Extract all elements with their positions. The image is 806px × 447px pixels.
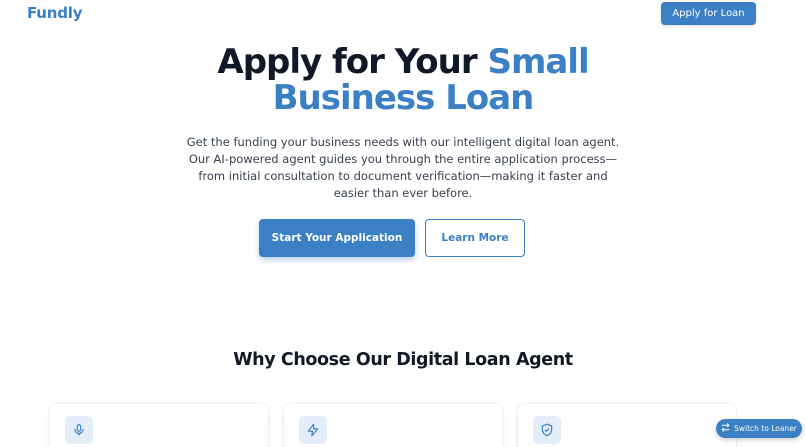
landing-page: Fundly Apply for Loan Apply for Your Sma… bbox=[0, 0, 806, 447]
site-header: Fundly Apply for Loan bbox=[0, 0, 806, 28]
lightning-icon bbox=[299, 416, 327, 444]
hero-title-accent: Small bbox=[487, 42, 589, 82]
hero-title-line2: Business Loan bbox=[272, 78, 535, 118]
hero-title: Apply for Your Small Business Loan bbox=[0, 44, 806, 116]
features-section-title: Why Choose Our Digital Loan Agent bbox=[233, 350, 573, 370]
switch-to-loaner-button[interactable]: Switch to Loaner bbox=[716, 419, 802, 438]
microphone-icon bbox=[65, 416, 93, 444]
switch-label: Switch to Loaner bbox=[734, 424, 797, 433]
feature-card-voice bbox=[50, 404, 268, 447]
hero-title-line1: Apply for Your Small bbox=[217, 42, 589, 82]
start-application-button[interactable]: Start Your Application bbox=[259, 219, 415, 257]
feature-card-security bbox=[518, 404, 736, 447]
hero-description: Get the funding your business needs with… bbox=[186, 135, 620, 200]
feature-card-speed bbox=[284, 404, 502, 447]
shield-check-icon bbox=[533, 416, 561, 444]
swap-icon bbox=[721, 423, 730, 434]
apply-for-loan-button[interactable]: Apply for Loan bbox=[661, 2, 756, 25]
brand-logo[interactable]: Fundly bbox=[27, 4, 83, 22]
learn-more-button[interactable]: Learn More bbox=[425, 219, 525, 257]
